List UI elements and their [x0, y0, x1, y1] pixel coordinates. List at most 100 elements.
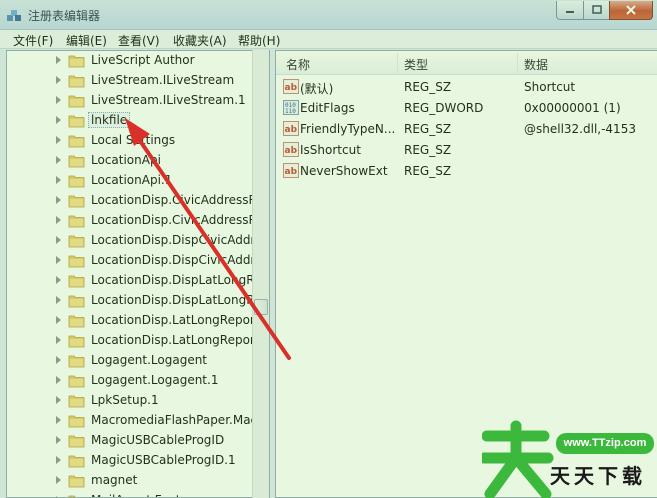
expand-arrow-icon[interactable] [56, 356, 61, 364]
expand-arrow-icon[interactable] [56, 456, 61, 464]
value-row[interactable]: ab NeverShowExt REG_SZ [276, 160, 657, 181]
tree-item-label: LocationApi [91, 153, 161, 167]
expand-arrow-icon[interactable] [56, 136, 61, 144]
string-value-icon: ab [283, 142, 299, 157]
expand-arrow-icon[interactable] [56, 116, 61, 124]
folder-icon [68, 395, 85, 408]
expand-arrow-icon[interactable] [56, 436, 61, 444]
expand-arrow-icon[interactable] [56, 156, 61, 164]
folder-icon [68, 335, 85, 348]
expand-arrow-icon[interactable] [56, 476, 61, 484]
tree-item[interactable]: LocationDisp.LatLongReport [7, 331, 260, 351]
svg-text:110: 110 [285, 108, 296, 115]
expand-arrow-icon[interactable] [56, 196, 61, 204]
tree-item-label: LocationApi.1 [91, 173, 173, 187]
tree-item-label: Local Settings [91, 133, 176, 147]
menu-view[interactable]: 查看(V) [118, 32, 160, 49]
expand-arrow-icon[interactable] [56, 236, 61, 244]
menu-edit[interactable]: 编辑(E) [66, 32, 107, 49]
tree-item[interactable]: LiveStream.ILiveStream [7, 71, 253, 91]
tree-item[interactable]: Logagent.Logagent [7, 351, 253, 371]
watermark-url: www.TTzip.com [556, 433, 654, 454]
folder-icon [68, 255, 85, 268]
tree-item[interactable]: Logagent.Logagent.1 [7, 371, 253, 391]
tree-item[interactable]: MailAgent.Feature [7, 491, 253, 497]
menu-file[interactable]: 文件(F) [13, 32, 53, 49]
value-type: REG_SZ [404, 143, 452, 157]
folder-icon [68, 415, 85, 428]
expand-arrow-icon[interactable] [56, 76, 61, 84]
menu-help[interactable]: 帮助(H) [238, 32, 280, 49]
expand-arrow-icon[interactable] [56, 416, 61, 424]
tree-item[interactable]: LiveStream.ILiveStream.1 [7, 91, 253, 111]
tree-item[interactable]: LocationDisp.DispCivicAddre [7, 231, 263, 251]
value-type: REG_DWORD [404, 101, 484, 115]
expand-arrow-icon[interactable] [56, 276, 61, 284]
scrollbar-thumb[interactable] [254, 299, 268, 315]
tree-item[interactable]: LocationApi [7, 151, 253, 171]
string-value-icon: ab [283, 163, 299, 178]
value-row[interactable]: ab FriendlyTypeN... REG_SZ @shell32.dll,-41… [276, 118, 657, 139]
regedit-icon [7, 10, 21, 21]
folder-icon [68, 475, 85, 488]
expand-arrow-icon[interactable] [56, 396, 61, 404]
folder-icon [68, 195, 85, 208]
tree-item[interactable]: magnet [7, 471, 253, 491]
folder-icon [68, 155, 85, 168]
tree-item-label: magnet [91, 473, 138, 487]
tree-item[interactable]: lnkfile [7, 111, 253, 131]
tree-item[interactable]: LocationDisp.DispLatLongRe [7, 291, 261, 311]
folder-icon [68, 95, 85, 108]
expand-arrow-icon[interactable] [56, 336, 61, 344]
tree-item[interactable]: LocationDisp.DispLatLongRe [7, 271, 261, 291]
tree-item[interactable]: MagicUSBCableProgID.1 [7, 451, 253, 471]
expand-arrow-icon[interactable] [56, 176, 61, 184]
registry-tree[interactable]: LiveScript Author LiveStream.ILiveStream L… [6, 50, 270, 498]
expand-arrow-icon[interactable] [56, 296, 61, 304]
tree-item[interactable]: LocationDisp.CivicAddressRe [7, 191, 264, 211]
tree-item-label: LiveStream.ILiveStream [91, 73, 235, 87]
tree-item[interactable]: LocationDisp.CivicAddressRe [7, 211, 264, 231]
tree-item-label: MagicUSBCableProgID [91, 433, 225, 447]
value-row[interactable]: ab (默认) REG_SZ Shortcut [276, 76, 657, 97]
tree-item[interactable]: MacromediaFlashPaper.Mac [7, 411, 257, 431]
maximize-button[interactable] [583, 1, 610, 20]
tree-item[interactable]: LpkSetup.1 [7, 391, 253, 411]
tree-item-label: MagicUSBCableProgID.1 [91, 453, 236, 467]
value-row[interactable]: 010 110 EditFlags REG_DWORD 0x00000001 (1) [276, 97, 657, 118]
column-data-header[interactable]: 数据 [524, 56, 548, 73]
expand-arrow-icon[interactable] [56, 376, 61, 384]
svg-text:ab: ab [285, 125, 298, 135]
tree-item[interactable]: LiveScript Author [7, 51, 253, 71]
expand-arrow-icon[interactable] [56, 96, 61, 104]
expand-arrow-icon[interactable] [56, 316, 61, 324]
tree-item-label: LiveScript Author [91, 53, 195, 67]
value-type: REG_SZ [404, 122, 452, 136]
tree-item[interactable]: LocationDisp.DispCivicAddre [7, 251, 263, 271]
string-value-icon: ab [283, 79, 299, 94]
column-type-header[interactable]: 类型 [404, 56, 428, 73]
minimize-button[interactable] [556, 1, 584, 20]
tree-item-label: LocationDisp.DispLatLongRe [91, 293, 262, 307]
value-type: REG_SZ [404, 80, 452, 94]
menu-favorites[interactable]: 收藏夹(A) [173, 32, 227, 49]
tree-item[interactable]: LocationDisp.LatLongReport [7, 311, 260, 331]
tree-item-label: lnkfile [88, 112, 131, 128]
tree-item[interactable]: Local Settings [7, 131, 253, 151]
list-header: 名称 类型 数据 [276, 51, 657, 75]
close-button[interactable] [609, 1, 653, 20]
tree-item[interactable]: MagicUSBCableProgID [7, 431, 253, 451]
folder-icon [68, 455, 85, 468]
tree-scrollbar[interactable] [252, 50, 269, 498]
folder-icon [68, 215, 85, 228]
expand-arrow-icon[interactable] [56, 256, 61, 264]
tree-item[interactable]: LocationApi.1 [7, 171, 253, 191]
tree-item-label: LocationDisp.DispCivicAddre [91, 233, 263, 247]
expand-arrow-icon[interactable] [56, 216, 61, 224]
value-row[interactable]: ab IsShortcut REG_SZ [276, 139, 657, 160]
window-title: 注册表编辑器 [28, 9, 101, 23]
tree-item-label: Logagent.Logagent [91, 353, 208, 367]
column-name-header[interactable]: 名称 [286, 56, 310, 73]
string-value-icon: ab [283, 121, 299, 136]
expand-arrow-icon[interactable] [56, 56, 61, 64]
